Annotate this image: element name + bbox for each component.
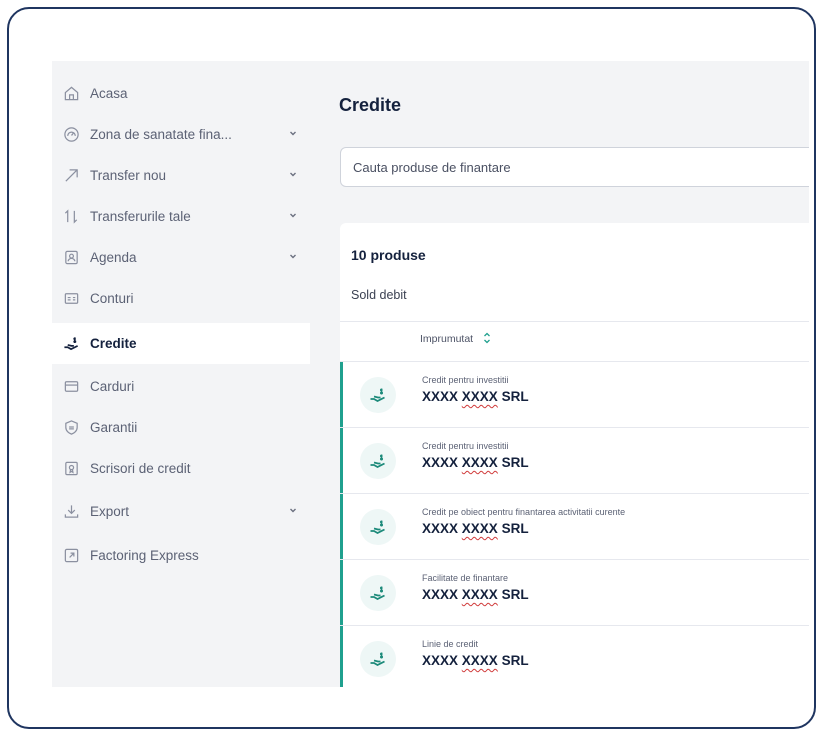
filter-sold-debit[interactable]: Sold debit: [351, 288, 407, 302]
borrower-name: XXXX XXXX SRL: [422, 455, 529, 470]
credit-hand-icon: [360, 641, 396, 677]
arrow-up-right-icon: [62, 167, 80, 185]
row-accent-bar: [340, 494, 343, 559]
credit-type: Credit pe obiect pentru finantarea activ…: [422, 507, 626, 517]
column-header-imprumutat[interactable]: Imprumutat: [420, 333, 473, 345]
transfer-arrows-icon: [62, 208, 80, 226]
row-accent-bar: [340, 428, 343, 493]
chevron-down-icon: [290, 508, 296, 513]
sidebar-item-label: Conturi: [90, 291, 134, 306]
credit-hand-icon: [360, 377, 396, 413]
sidebar-item-label: Transfer nou: [90, 168, 167, 183]
sort-icon[interactable]: [482, 331, 492, 345]
table-row[interactable]: Credit pentru investitii XXXX XXXX SRL: [340, 361, 809, 427]
page-title: Credite: [339, 95, 402, 115]
row-accent-bar: [340, 626, 343, 687]
sidebar-item-label: Garantii: [90, 420, 138, 435]
card-icon: [62, 378, 80, 396]
credit-type: Linie de credit: [422, 639, 479, 649]
gauge-icon: [62, 126, 80, 144]
sidebar-item-scrisori-de-credit[interactable]: Scrisori de credit: [52, 448, 310, 489]
chevron-down-icon: [290, 213, 296, 218]
sidebar-item-label: Credite: [90, 336, 137, 351]
sidebar-item-label: Export: [90, 504, 130, 519]
table-row[interactable]: Linie de credit XXXX XXXX SRL: [340, 625, 809, 687]
row-accent-bar: [340, 362, 343, 427]
credit-hand-icon: [360, 443, 396, 479]
borrower-name: XXXX XXXX SRL: [422, 587, 529, 602]
table-header: Imprumutat: [340, 321, 809, 361]
sidebar-item-garantii[interactable]: Garantii: [52, 407, 310, 448]
table-row[interactable]: Credit pentru investitii XXXX XXXX SRL: [340, 427, 809, 493]
credit-hand-icon: [62, 335, 80, 353]
search-input[interactable]: [340, 147, 809, 187]
contact-book-icon: [62, 249, 80, 267]
external-link-icon: [62, 547, 80, 565]
credit-hand-icon: [360, 509, 396, 545]
sidebar-item-conturi[interactable]: Conturi: [52, 278, 310, 319]
sidebar: Acasa Zona de sanatate fina... Transfer …: [52, 61, 310, 687]
sidebar-item-transferurile-tale[interactable]: Transferurile tale: [52, 196, 310, 237]
table-row[interactable]: Credit pe obiect pentru finantarea activ…: [340, 493, 809, 559]
sidebar-item-credite[interactable]: Credite: [52, 323, 310, 364]
accounts-icon: [62, 290, 80, 308]
sidebar-item-zona-sanatate[interactable]: Zona de sanatate fina...: [52, 114, 310, 155]
sidebar-item-label: Scrisori de credit: [90, 461, 191, 476]
products-count: 10 produse: [351, 247, 426, 263]
chevron-down-icon: [290, 254, 296, 259]
credit-type: Credit pentru investitii: [422, 375, 509, 385]
chevron-down-icon: [290, 131, 296, 136]
app-window: Acasa Zona de sanatate fina... Transfer …: [52, 61, 809, 687]
shield-icon: [62, 419, 80, 437]
sidebar-item-label: Transferurile tale: [90, 209, 191, 224]
sidebar-item-factoring-express[interactable]: Factoring Express: [52, 535, 310, 576]
sidebar-item-label: Factoring Express: [90, 548, 199, 563]
sidebar-item-label: Carduri: [90, 379, 135, 394]
letter-icon: [62, 460, 80, 478]
borrower-name: XXXX XXXX SRL: [422, 521, 529, 536]
sidebar-item-label: Zona de sanatate fina...: [90, 127, 232, 142]
sidebar-item-acasa[interactable]: Acasa: [52, 73, 310, 114]
sidebar-item-export[interactable]: Export: [52, 491, 310, 532]
main-content: Credite 10 produse Sold debit Imprumutat…: [310, 61, 809, 687]
sidebar-item-label: Acasa: [90, 86, 128, 101]
screenshot-frame: Acasa Zona de sanatate fina... Transfer …: [7, 7, 816, 729]
borrower-name: XXXX XXXX SRL: [422, 653, 529, 668]
sidebar-item-agenda[interactable]: Agenda: [52, 237, 310, 278]
sidebar-item-label: Agenda: [90, 250, 137, 265]
table-row[interactable]: Facilitate de finantare XXXX XXXX SRL: [340, 559, 809, 625]
chevron-down-icon: [290, 172, 296, 177]
sidebar-item-transfer-nou[interactable]: Transfer nou: [52, 155, 310, 196]
credit-hand-icon: [360, 575, 396, 611]
download-icon: [62, 503, 80, 521]
credit-type: Facilitate de finantare: [422, 573, 509, 583]
credit-type: Credit pentru investitii: [422, 441, 509, 451]
sidebar-item-carduri[interactable]: Carduri: [52, 366, 310, 407]
home-icon: [62, 85, 80, 103]
products-panel: 10 produse Sold debit Imprumutat Credit …: [340, 223, 809, 687]
row-accent-bar: [340, 560, 343, 625]
borrower-name: XXXX XXXX SRL: [422, 389, 529, 404]
